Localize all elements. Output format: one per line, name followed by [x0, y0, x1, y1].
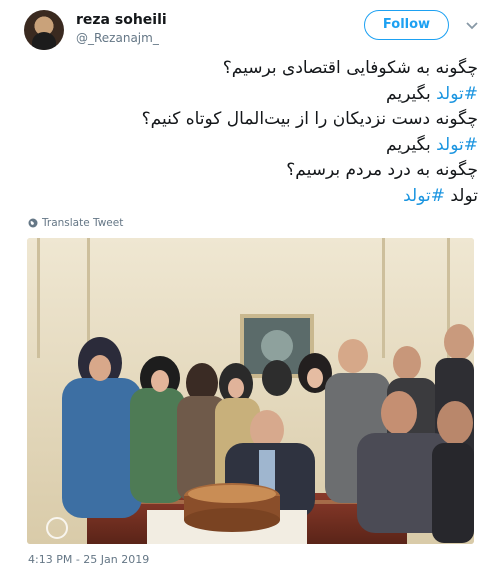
- tweet-line: #تولد بگیریم: [386, 83, 478, 104]
- user-handle[interactable]: @_Rezanajm_: [76, 31, 159, 45]
- globe-icon: [28, 218, 38, 228]
- tweet-line: چگونه به شکوفایی اقتصادی برسیم؟: [222, 58, 478, 78]
- tweet-line: چگونه به درد مردم برسیم؟: [286, 160, 478, 180]
- hashtag-link[interactable]: #تولد: [403, 186, 445, 206]
- tweet-timestamp[interactable]: 4:13 PM - 25 Jan 2019: [28, 553, 149, 566]
- tweet-text: چگونه به شکوفایی اقتصادی برسیم؟ #تولد بگ…: [18, 56, 478, 209]
- tweet-header: reza soheili @_Rezanajm_ Follow: [24, 10, 484, 50]
- chevron-down-icon[interactable]: [464, 17, 480, 33]
- tweet-line: چگونه دست نزدیکان را از بیت‌المال کوتاه …: [141, 109, 478, 129]
- avatar[interactable]: [24, 10, 64, 50]
- hashtag-link[interactable]: #تولد: [436, 135, 478, 155]
- translate-label[interactable]: Translate Tweet: [42, 217, 123, 229]
- translate-tweet-link[interactable]: Translate Tweet: [28, 217, 123, 229]
- display-name[interactable]: reza soheili: [76, 12, 167, 28]
- hashtag-link[interactable]: #تولد: [436, 84, 478, 104]
- photo-illustration: [27, 238, 474, 544]
- follow-button[interactable]: Follow: [364, 10, 449, 40]
- tweet-line: تولد #تولد: [403, 185, 478, 206]
- tweet-line: #تولد بگیریم: [386, 134, 478, 155]
- tweet-photo[interactable]: [27, 238, 474, 544]
